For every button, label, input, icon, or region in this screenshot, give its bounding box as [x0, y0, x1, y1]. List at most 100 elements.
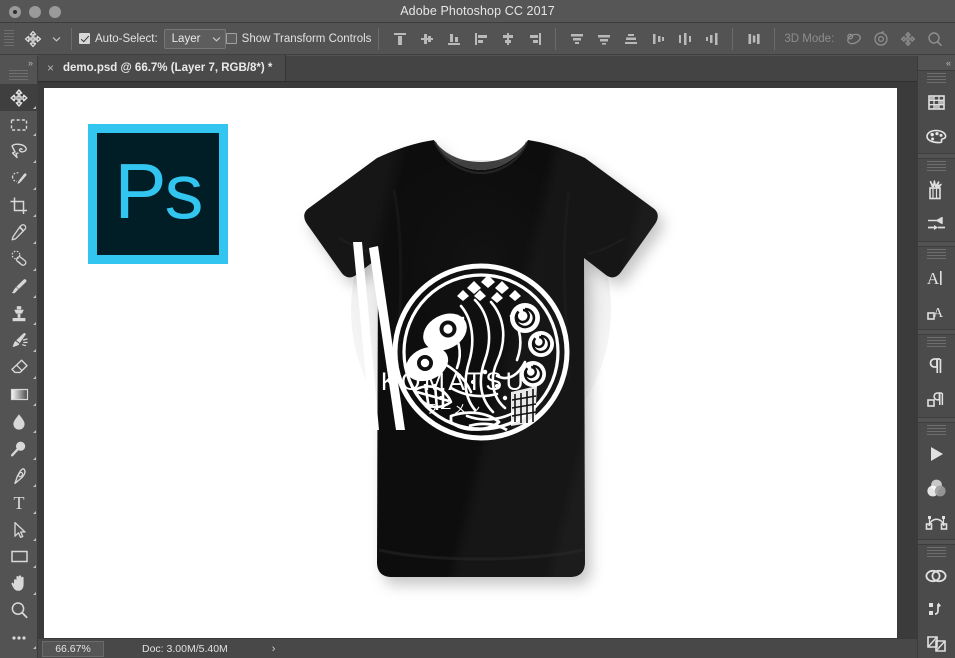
tool-flyout-indicator	[33, 160, 36, 163]
tool-flyout-indicator	[33, 646, 36, 649]
auto-select-label: Auto-Select:	[95, 32, 158, 45]
tool-horizontal-type[interactable]: T	[0, 489, 38, 516]
svg-text:A: A	[927, 269, 940, 288]
tools-panel: » T	[0, 56, 38, 658]
rail-group-grip[interactable]	[927, 425, 946, 436]
document-canvas[interactable]: Ps KOMATSU ラーメン	[44, 88, 897, 638]
tool-flyout-indicator	[33, 133, 36, 136]
tool-blur[interactable]	[0, 408, 38, 435]
tool-pen[interactable]	[0, 462, 38, 489]
panel-button-paragraph[interactable]	[918, 349, 954, 383]
canvas-area[interactable]: Ps KOMATSU ラーメン	[38, 82, 917, 638]
roll-3d-icon[interactable]	[867, 26, 894, 52]
rail-group-grip[interactable]	[927, 73, 946, 84]
panel-button-color[interactable]	[918, 85, 954, 119]
panel-rail: « A A	[917, 56, 955, 658]
tshirt-mockup-artwork[interactable]: KOMATSU ラーメン	[229, 130, 679, 630]
status-bar: 66.67% Doc: 3.00M/5.40M ›	[38, 638, 917, 658]
distribute-right-edges-icon[interactable]	[698, 26, 725, 52]
rail-group-grip[interactable]	[927, 161, 946, 172]
toolbar-collapse-button[interactable]: »	[0, 56, 37, 70]
distribute-horizontal-centers-icon[interactable]	[671, 26, 698, 52]
panel-button-layer-comps[interactable]	[918, 627, 954, 658]
tool-brush[interactable]	[0, 273, 38, 300]
distribute-spacing-icon[interactable]	[740, 26, 767, 52]
minimize-window-button[interactable]	[29, 5, 41, 18]
status-expander-icon[interactable]: ›	[272, 643, 276, 655]
panel-button-paragraph-styles[interactable]	[918, 383, 954, 417]
tool-flyout-indicator	[33, 484, 36, 487]
align-top-edges-icon[interactable]	[386, 26, 413, 52]
zoom-level-field[interactable]: 66.67%	[42, 640, 104, 657]
close-window-button[interactable]	[9, 5, 21, 18]
tool-history-brush[interactable]	[0, 327, 38, 354]
tool-flyout-indicator	[33, 106, 36, 109]
document-tab[interactable]: × demo.psd @ 66.7% (Layer 7, RGB/8*) *	[38, 55, 287, 81]
3d-mode-label: 3D Mode:	[784, 32, 835, 45]
photoshop-logo-artwork[interactable]: Ps	[88, 124, 228, 264]
panel-button-character[interactable]: A	[918, 261, 954, 295]
maximize-window-button[interactable]	[49, 5, 61, 18]
rail-group-timeline	[918, 422, 955, 540]
distribute-top-edges-icon[interactable]	[563, 26, 590, 52]
tool-eyedropper[interactable]	[0, 219, 38, 246]
auto-select-scope-dropdown[interactable]: Layer	[163, 28, 226, 49]
tool-rectangular-marquee[interactable]	[0, 111, 38, 138]
tool-spot-healing-brush[interactable]	[0, 246, 38, 273]
panel-button-adjustments[interactable]	[918, 593, 954, 627]
tool-gradient[interactable]	[0, 381, 38, 408]
color-swatches[interactable]: ⇆	[0, 653, 38, 658]
panel-button-timeline[interactable]	[918, 437, 954, 471]
tool-edit-toolbar[interactable]	[0, 624, 38, 651]
distribute-vertical-centers-icon[interactable]	[590, 26, 617, 52]
tool-flyout-indicator	[33, 295, 36, 298]
tool-path-selection[interactable]	[0, 516, 38, 543]
tool-flyout-indicator	[33, 403, 36, 406]
tool-rectangle-shape[interactable]	[0, 543, 38, 570]
options-bar-grip[interactable]	[4, 29, 14, 48]
tool-eraser[interactable]	[0, 354, 38, 381]
close-icon[interactable]: ×	[47, 62, 54, 74]
panel-button-brush-settings[interactable]	[918, 207, 954, 241]
tool-flyout-indicator	[33, 565, 36, 568]
rail-collapse-button[interactable]: «	[918, 56, 955, 70]
show-transform-controls-checkbox[interactable]: Show Transform Controls	[225, 32, 372, 45]
align-horizontal-centers-icon[interactable]	[494, 26, 521, 52]
align-bottom-edges-icon[interactable]	[440, 26, 467, 52]
panel-button-brush-presets[interactable]	[918, 173, 954, 207]
auto-select-checkbox[interactable]: Auto-Select:	[79, 33, 158, 45]
distribute-left-edges-icon[interactable]	[644, 26, 671, 52]
rail-group-grip[interactable]	[927, 547, 946, 558]
rail-group-grip[interactable]	[927, 337, 946, 348]
orbit-3d-icon[interactable]	[840, 26, 867, 52]
panel-button-paths[interactable]	[918, 505, 954, 539]
tool-clone-stamp[interactable]	[0, 300, 38, 327]
align-vertical-centers-icon[interactable]	[413, 26, 440, 52]
tool-move[interactable]	[0, 84, 38, 111]
window-titlebar: Adobe Photoshop CC 2017	[0, 0, 955, 23]
tool-zoom[interactable]	[0, 597, 38, 624]
window-title: Adobe Photoshop CC 2017	[400, 4, 555, 18]
show-transform-checkbox-box[interactable]	[225, 33, 237, 44]
tool-lasso[interactable]	[0, 138, 38, 165]
move-tool-icon[interactable]	[18, 26, 48, 52]
panel-button-swatches[interactable]	[918, 119, 954, 153]
panel-button-character-styles[interactable]: A	[918, 295, 954, 329]
tool-quick-selection[interactable]	[0, 165, 38, 192]
rail-group-brushes	[918, 158, 955, 242]
distribute-bottom-edges-icon[interactable]	[617, 26, 644, 52]
rail-group-grip[interactable]	[927, 249, 946, 260]
align-right-edges-icon[interactable]	[521, 26, 548, 52]
panel-button-libraries[interactable]	[918, 559, 954, 593]
auto-select-checkbox-box[interactable]	[79, 33, 90, 44]
toolbar-grip[interactable]	[9, 70, 28, 82]
panel-button-channels[interactable]	[918, 471, 954, 505]
slide-3d-icon[interactable]	[921, 26, 948, 52]
show-transform-label: Show Transform Controls	[241, 32, 372, 45]
pan-3d-icon[interactable]	[894, 26, 921, 52]
tool-dodge[interactable]	[0, 435, 38, 462]
align-left-edges-icon[interactable]	[467, 26, 494, 52]
tool-hand[interactable]	[0, 570, 38, 597]
tool-preset-caret-icon[interactable]	[48, 26, 64, 52]
tool-crop[interactable]	[0, 192, 38, 219]
